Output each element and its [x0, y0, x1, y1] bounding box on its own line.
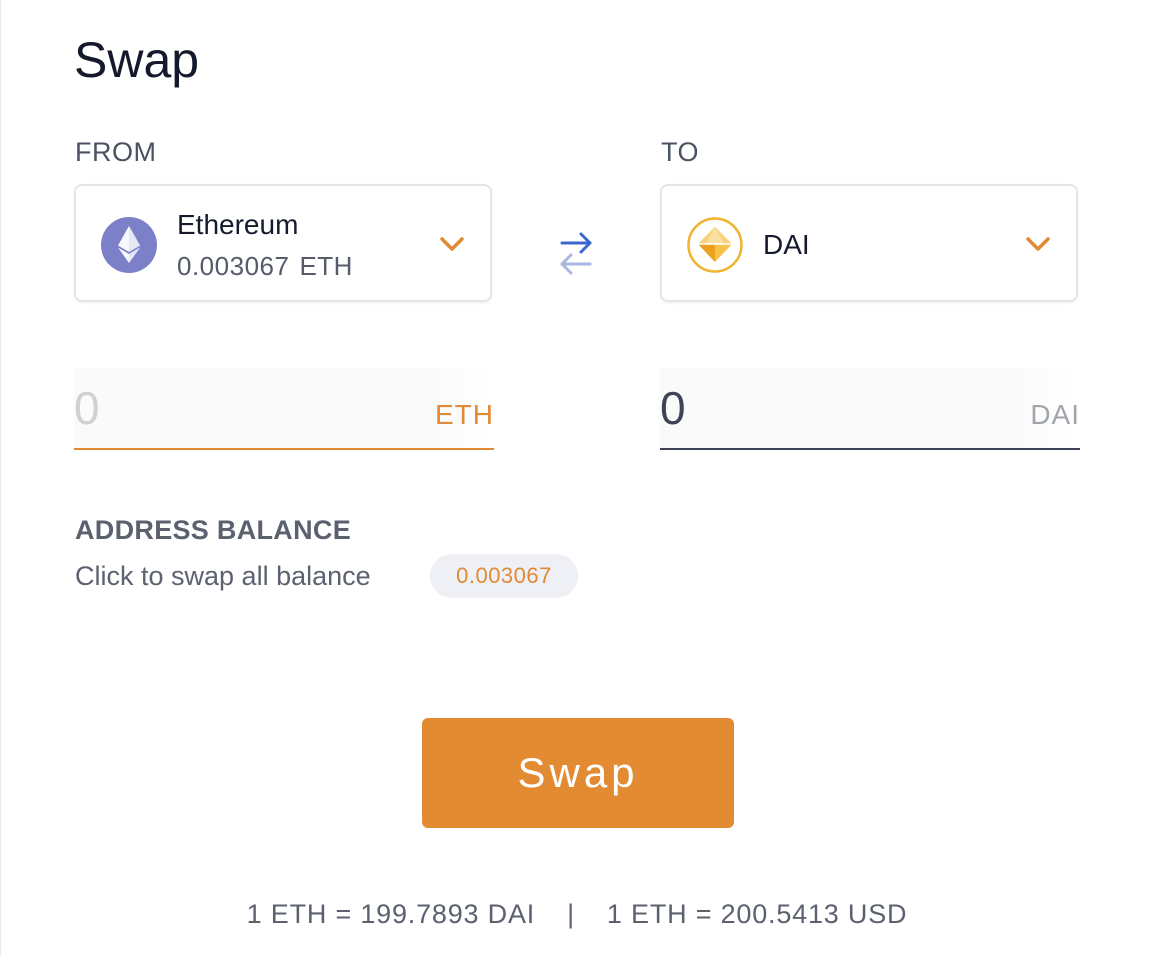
to-token-selector[interactable]: DAI: [660, 184, 1078, 302]
exchange-rates: 1 ETH = 199.7893 DAI | 1 ETH = 200.5413 US…: [0, 898, 1154, 930]
page-title: Swap: [74, 32, 200, 88]
from-amount-field: ETH: [74, 368, 494, 450]
from-label: FROM: [75, 137, 157, 167]
swap-button[interactable]: Swap: [422, 718, 734, 828]
address-balance-title: ADDRESS BALANCE: [75, 515, 352, 545]
swap-all-balance-button[interactable]: 0.003067: [430, 554, 578, 598]
chevron-down-icon: [440, 237, 464, 251]
from-token-balance-unit: ETH: [299, 251, 353, 281]
swap-page: Swap FROM TO Ethereum 0.003067 ETH DAI 0…: [0, 0, 1170, 956]
left-border: [0, 0, 1, 956]
to-amount-unit: DAI: [1030, 399, 1080, 430]
from-token-balance-value: 0.003067: [177, 251, 290, 281]
eth-dai-rate: 1 ETH = 199.7893 DAI: [246, 899, 536, 929]
to-amount-field: DAI: [660, 368, 1080, 450]
dai-icon: [687, 217, 743, 273]
ethereum-icon: [101, 217, 157, 273]
to-amount-input[interactable]: [660, 380, 1000, 436]
from-token-name: Ethereum: [177, 209, 299, 240]
swap-all-hint: Click to swap all balance: [75, 561, 371, 591]
rate-separator: |: [567, 899, 575, 929]
from-amount-unit: ETH: [435, 399, 494, 430]
to-label: TO: [661, 137, 700, 167]
chevron-down-icon: [1026, 237, 1050, 251]
from-token-balance: 0.003067 ETH: [177, 250, 353, 282]
to-token-name: DAI: [763, 229, 810, 260]
from-token-selector[interactable]: Ethereum 0.003067 ETH: [74, 184, 492, 302]
swap-direction-icon[interactable]: [557, 228, 595, 278]
eth-usd-rate: 1 ETH = 200.5413 USD: [606, 899, 908, 929]
from-amount-input[interactable]: [74, 380, 414, 436]
